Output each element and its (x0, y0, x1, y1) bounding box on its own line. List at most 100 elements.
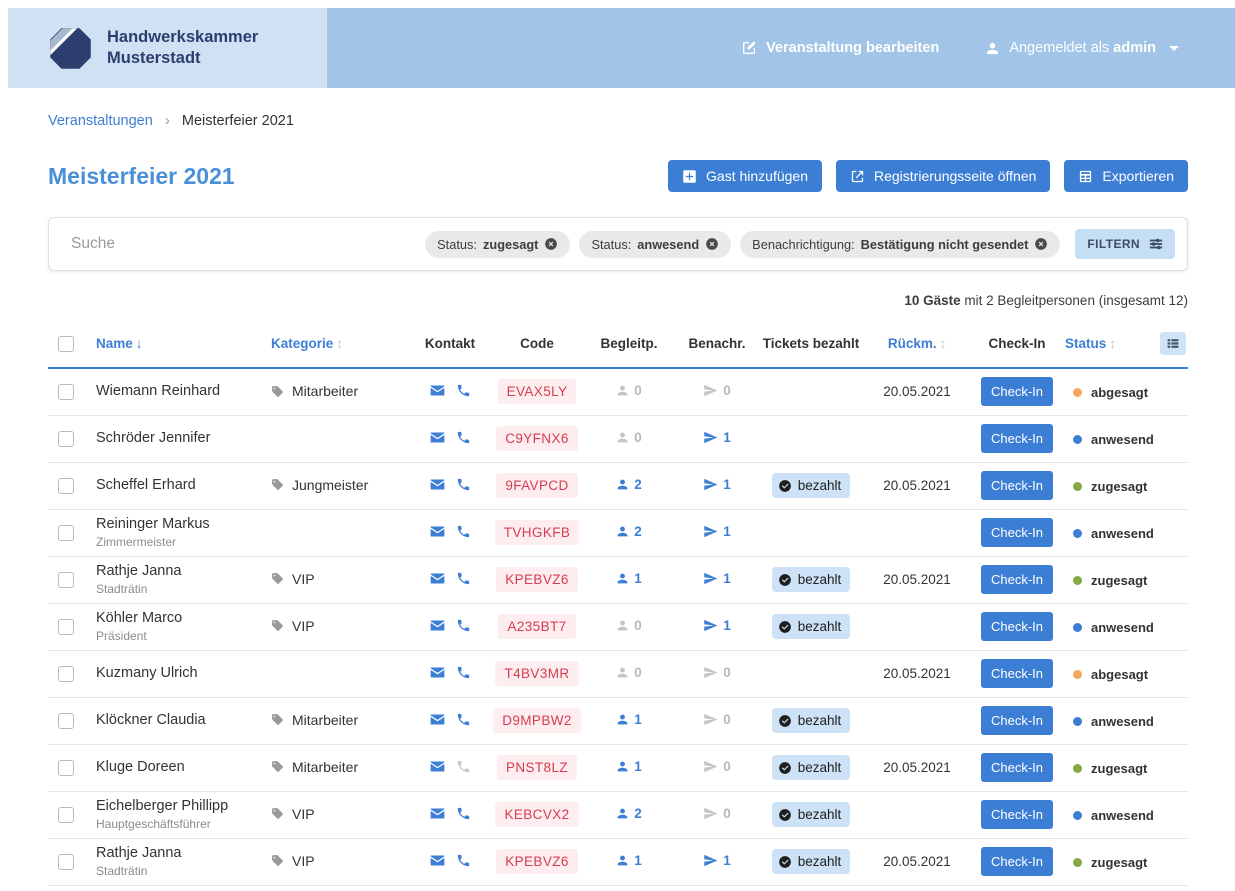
checkin-button[interactable]: Check-In (981, 847, 1053, 876)
phone-icon[interactable] (456, 571, 471, 586)
category-tag: Mitarbeiter (271, 383, 358, 399)
email-icon[interactable] (429, 430, 446, 445)
status-label: anwesend (1091, 714, 1154, 729)
email-icon[interactable] (429, 524, 446, 539)
category-label: Mitarbeiter (292, 759, 358, 775)
row-checkbox[interactable] (58, 619, 74, 635)
select-all-checkbox[interactable] (58, 336, 74, 352)
email-icon[interactable] (429, 477, 446, 492)
tag-icon (271, 385, 284, 398)
filter-button[interactable]: FILTERN (1075, 229, 1175, 259)
guest-name: Kluge Doreen (96, 759, 267, 776)
row-checkbox[interactable] (58, 431, 74, 447)
row-checkbox[interactable] (58, 854, 74, 870)
email-icon[interactable] (429, 712, 446, 727)
checkin-button[interactable]: Check-In (981, 753, 1053, 782)
row-checkbox[interactable] (58, 478, 74, 494)
phone-icon[interactable] (456, 712, 471, 727)
phone-icon[interactable] (456, 477, 471, 492)
filter-chip-notification[interactable]: Benachrichtigung:Bestätigung nicht gesen… (740, 231, 1060, 258)
row-checkbox[interactable] (58, 572, 74, 588)
filter-chip-status-anwesend[interactable]: Status:anwesend (579, 231, 731, 258)
remove-filter-icon[interactable] (544, 237, 558, 251)
person-icon (616, 572, 629, 585)
remove-filter-icon[interactable] (1034, 237, 1048, 251)
phone-icon[interactable] (456, 665, 471, 680)
filter-chip-status-zugesagt[interactable]: Status:zugesagt (425, 231, 570, 258)
guest-code: TVHGKFB (495, 520, 580, 545)
user-menu[interactable]: Angemeldet als admin (985, 40, 1179, 56)
column-settings-button[interactable] (1160, 332, 1186, 355)
checkin-button[interactable]: Check-In (981, 612, 1053, 641)
column-header-kategorie[interactable]: Kategorie↕ (269, 322, 409, 368)
notifications-count: 0 (703, 806, 731, 821)
search-input[interactable] (71, 235, 416, 253)
phone-icon[interactable] (456, 430, 471, 445)
guest-name: Kuzmany Ulrich (96, 665, 267, 682)
checkin-button[interactable]: Check-In (981, 800, 1053, 829)
checkin-button[interactable]: Check-In (981, 518, 1053, 547)
checkin-button[interactable]: Check-In (981, 659, 1053, 688)
checkin-button[interactable]: Check-In (981, 377, 1053, 406)
phone-icon[interactable] (456, 853, 471, 868)
status-badge: abgesagt (1065, 385, 1148, 400)
notifications-count: 1 (703, 853, 731, 868)
guest-code: C9YFNX6 (496, 426, 578, 451)
row-checkbox[interactable] (58, 807, 74, 823)
column-header-status[interactable]: Status↕ (1063, 322, 1188, 368)
paid-label: bezahlt (798, 572, 842, 587)
notifications-count: 1 (703, 618, 731, 633)
row-checkbox[interactable] (58, 384, 74, 400)
email-icon[interactable] (429, 665, 446, 680)
guest-name: Klöckner Claudia (96, 712, 267, 729)
add-guest-button[interactable]: Gast hinzufügen (668, 160, 822, 192)
person-icon (616, 431, 629, 444)
paid-label: bezahlt (798, 854, 842, 869)
column-header-rueckm[interactable]: Rückm.↕ (863, 322, 971, 368)
check-circle-icon (778, 855, 792, 869)
companions-count: 2 (616, 477, 642, 492)
row-checkbox[interactable] (58, 713, 74, 729)
paid-label: bezahlt (798, 619, 842, 634)
checkin-button[interactable]: Check-In (981, 471, 1053, 500)
row-checkbox[interactable] (58, 666, 74, 682)
response-date: 20.05.2021 (863, 556, 971, 603)
email-icon[interactable] (429, 806, 446, 821)
email-icon[interactable] (429, 853, 446, 868)
response-date: 20.05.2021 (863, 744, 971, 791)
guest-code: 9FAVPCD (496, 473, 577, 498)
notifications-count: 0 (703, 383, 731, 398)
checkin-button[interactable]: Check-In (981, 565, 1053, 594)
companions-count: 1 (616, 712, 642, 727)
status-dot-icon (1073, 764, 1082, 773)
checkin-button[interactable]: Check-In (981, 706, 1053, 735)
phone-icon[interactable] (456, 806, 471, 821)
row-checkbox[interactable] (58, 525, 74, 541)
status-badge: anwesend (1065, 432, 1154, 447)
column-header-name[interactable]: Name↓ (94, 322, 269, 368)
phone-icon[interactable] (456, 524, 471, 539)
sliders-icon (1149, 237, 1163, 251)
guest-name: Eichelberger Phillipp (96, 798, 267, 815)
phone-icon[interactable] (456, 383, 471, 398)
email-icon[interactable] (429, 618, 446, 633)
status-badge: anwesend (1065, 714, 1154, 729)
edit-event-button[interactable]: Veranstaltung bearbeiten (741, 40, 939, 56)
row-checkbox[interactable] (58, 760, 74, 776)
contact-actions (429, 806, 471, 821)
table-row: Rathje Janna Stadträtin VIP KPEBVZ6 (48, 838, 1188, 885)
open-registration-button[interactable]: Registrierungsseite öffnen (836, 160, 1050, 192)
email-icon[interactable] (429, 759, 446, 774)
phone-icon[interactable] (456, 618, 471, 633)
export-button[interactable]: Exportieren (1064, 160, 1188, 192)
list-columns-icon (1166, 337, 1180, 350)
breadcrumb-link-events[interactable]: Veranstaltungen (48, 113, 153, 129)
phone-icon[interactable] (456, 759, 471, 774)
email-icon[interactable] (429, 383, 446, 398)
email-icon[interactable] (429, 571, 446, 586)
guest-table-body: Wiemann Reinhard Mitarbeiter EVAX5LY (48, 368, 1188, 885)
check-circle-icon (778, 620, 792, 634)
checkin-button[interactable]: Check-In (981, 424, 1053, 453)
status-dot-icon (1073, 576, 1082, 585)
remove-filter-icon[interactable] (705, 237, 719, 251)
